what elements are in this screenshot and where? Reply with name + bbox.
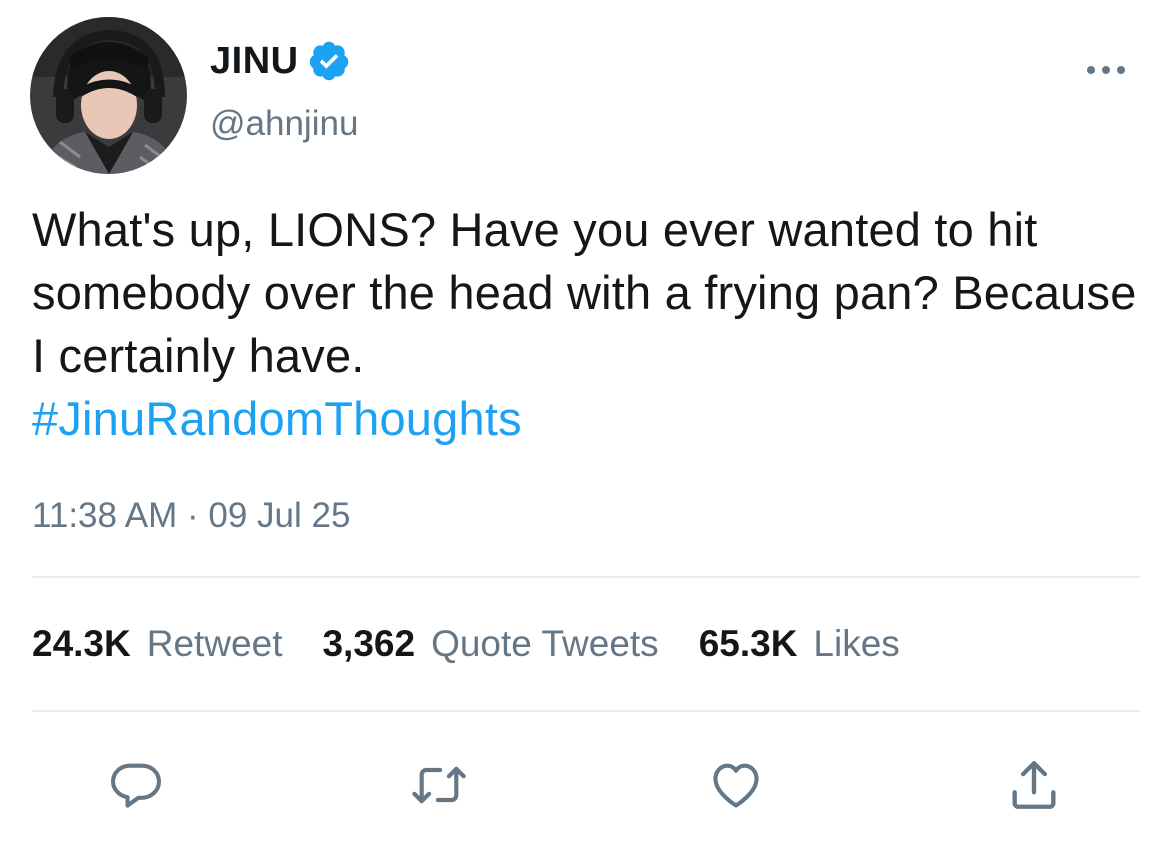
retweet-icon xyxy=(412,766,466,804)
avatar-image xyxy=(30,17,187,174)
quote-tweets-count: 3,362 xyxy=(322,623,416,664)
author-name-row: JINU xyxy=(210,38,351,84)
reply-button[interactable] xyxy=(106,755,166,815)
reply-icon xyxy=(110,763,162,808)
quote-tweets-label: Quote Tweets xyxy=(431,623,659,664)
likes-stat[interactable]: 65.3K Likes xyxy=(699,625,900,662)
tweet-card: JINU @ahnjinu What's up, LIONS? Have you… xyxy=(0,0,1170,854)
verified-badge-icon xyxy=(307,39,351,83)
tweet-stats: 24.3K Retweet 3,362 Quote Tweets 65.3K L… xyxy=(32,625,940,662)
quote-tweets-stat[interactable]: 3,362 Quote Tweets xyxy=(322,625,658,662)
like-button[interactable] xyxy=(706,755,766,815)
tweet-actions xyxy=(0,755,1170,815)
heart-icon xyxy=(713,763,759,808)
more-options-icon[interactable] xyxy=(1084,60,1128,80)
likes-label: Likes xyxy=(813,623,900,664)
retweet-button[interactable] xyxy=(409,755,469,815)
author-handle[interactable]: @ahnjinu xyxy=(210,106,358,141)
retweets-stat[interactable]: 24.3K Retweet xyxy=(32,625,282,662)
retweets-label: Retweet xyxy=(146,623,283,664)
hashtag-link[interactable]: #JinuRandomThoughts xyxy=(32,387,522,450)
tweet-timestamp[interactable]: 11:38 AM · 09 Jul 25 xyxy=(32,498,350,533)
retweets-count: 24.3K xyxy=(32,623,131,664)
share-icon xyxy=(1012,761,1056,809)
divider xyxy=(32,576,1140,578)
likes-count: 65.3K xyxy=(698,623,798,664)
divider xyxy=(32,710,1140,712)
tweet-body: What's up, LIONS? Have you ever wanted t… xyxy=(32,198,1152,450)
author-display-name[interactable]: JINU xyxy=(210,42,299,80)
avatar[interactable] xyxy=(30,17,187,174)
share-button[interactable] xyxy=(1004,755,1064,815)
tweet-text: What's up, LIONS? Have you ever wanted t… xyxy=(32,203,1137,382)
